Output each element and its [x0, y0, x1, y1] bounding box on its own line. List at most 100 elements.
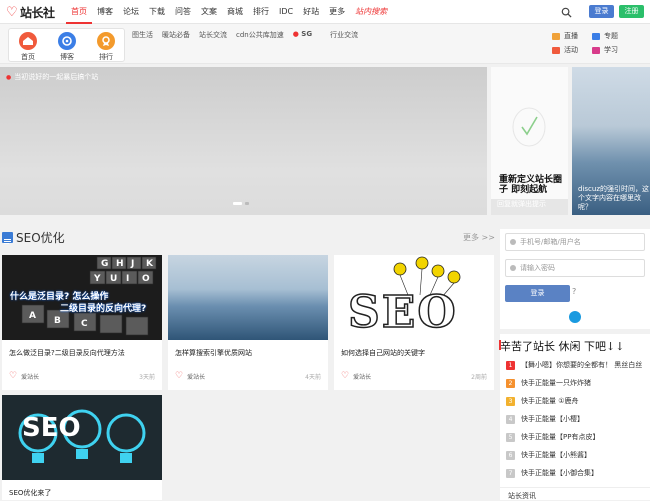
site-logo[interactable]: ♡ 站长社: [6, 4, 55, 20]
section-title: SEO优化: [16, 231, 65, 245]
login-button[interactable]: 登录: [589, 5, 614, 18]
post-title[interactable]: 如何选择自己网站的关键字: [341, 348, 425, 358]
lock-icon: [510, 265, 516, 271]
rank-number: 7: [506, 468, 515, 478]
nav-forum[interactable]: 论坛: [118, 0, 144, 24]
svg-text:Y: Y: [93, 274, 101, 284]
post-thumbnail[interactable]: [168, 255, 328, 340]
post-title[interactable]: 怎么做泛目录?二级目录反向代理方法: [9, 348, 125, 358]
post-time: 3天前: [139, 373, 155, 381]
nav-home[interactable]: 首页: [66, 0, 92, 24]
section-header: SEO优化: [2, 229, 65, 246]
like-icon[interactable]: ♡: [341, 371, 349, 381]
nav-good-sites[interactable]: 好站: [298, 0, 324, 24]
nav-more[interactable]: 更多: [324, 0, 350, 24]
svg-text:H: H: [116, 259, 124, 269]
sg-badge-link[interactable]: ● SG: [293, 30, 321, 40]
nav-idc[interactable]: IDC: [274, 0, 298, 24]
sub-links: 图生活 暖站必备 站长交流 cdn公共库加速 ● SG 行业交流: [132, 30, 367, 40]
study-icon: [592, 46, 600, 54]
post-card[interactable]: 怎样算搜索引擎优质网站 ♡ 爱站长 4天前: [168, 255, 328, 390]
user-icon: [510, 239, 516, 245]
post-card[interactable]: SEO SEO优化来了: [2, 395, 162, 500]
qq-login-icon[interactable]: [569, 311, 581, 323]
side-link-topic[interactable]: 专题: [592, 31, 618, 41]
ranking-item[interactable]: 3 快手正能量 ①鹿舟: [506, 396, 579, 406]
login-submit-button[interactable]: 登录: [505, 285, 570, 302]
nav-download[interactable]: 下载: [144, 0, 170, 24]
blog-icon: [58, 32, 76, 50]
svg-text:B: B: [54, 316, 61, 326]
post-title[interactable]: SEO优化来了: [9, 488, 51, 498]
nav-qa[interactable]: 问答: [170, 0, 196, 24]
post-thumbnail[interactable]: SEO: [2, 395, 162, 480]
home-icon: [19, 32, 37, 50]
side-link-activity[interactable]: 活动: [552, 45, 578, 55]
quick-links-bar: 首页 博客 排行 图生活 暖站必备 站长交流 cdn公共库加速 ● SG 行业交…: [0, 24, 650, 64]
more-link[interactable]: 更多 >>: [463, 232, 495, 243]
nav-copywriting[interactable]: 文案: [196, 0, 222, 24]
post-time: 2周前: [471, 373, 487, 381]
quick-home[interactable]: 首页: [13, 32, 43, 62]
username-field[interactable]: 手机号/邮箱/用户名: [505, 233, 645, 251]
banner-slider[interactable]: 当初说好的一起暴后搞个站: [0, 67, 487, 215]
post-card[interactable]: GHJK YUIO ABC 什么是泛目录? 怎么操作 二级目录的反向代理? 怎么…: [2, 255, 162, 390]
post-meta: ♡ 爱站长 2周前: [341, 371, 487, 381]
svg-text:U: U: [110, 274, 117, 284]
side-link-live[interactable]: 直播: [552, 31, 578, 41]
sub-link[interactable]: 暖站必备: [162, 30, 190, 40]
sub-link[interactable]: 行业交流: [330, 30, 358, 40]
post-author[interactable]: 爱站长: [21, 372, 39, 381]
nav-site-search[interactable]: 站内搜索: [350, 0, 392, 24]
nav-ranking[interactable]: 排行: [248, 0, 274, 24]
quick-ranking[interactable]: 排行: [91, 32, 121, 62]
post-author[interactable]: 爱站长: [353, 372, 371, 381]
register-button[interactable]: 注册: [619, 5, 644, 18]
slider-dot[interactable]: [245, 202, 249, 205]
promo-headline: 重新定义站长圈子 即刻起航: [499, 175, 563, 195]
list-icon: [2, 232, 13, 244]
slider-dot-active[interactable]: [233, 202, 242, 205]
post-author[interactable]: 爱站长: [187, 372, 205, 381]
svg-text:C: C: [81, 319, 88, 329]
post-title[interactable]: 怎样算搜索引擎优质网站: [175, 348, 252, 358]
password-field[interactable]: 请输入密码: [505, 259, 645, 277]
topic-icon: [592, 32, 600, 40]
thumbnail-caption: 什么是泛目录? 怎么操作 二级目录的反向代理?: [10, 292, 147, 314]
ranking-item[interactable]: 5 快手正能量【PP有点皮】: [506, 432, 599, 442]
ranking-item[interactable]: 2 快手正能量一只炸炸猪: [506, 378, 591, 388]
post-thumbnail[interactable]: GHJK YUIO ABC 什么是泛目录? 怎么操作 二级目录的反向代理?: [2, 255, 162, 340]
promo-card[interactable]: 重新定义站长圈子 即刻起航 回复就弹出提示: [491, 67, 568, 215]
post-time: 4天前: [305, 373, 321, 381]
ranking-icon: [97, 32, 115, 50]
ranking-item[interactable]: 4 快手正能量【小樱】: [506, 414, 584, 424]
sub-link[interactable]: cdn公共库加速: [236, 30, 284, 40]
promo-card[interactable]: discuz的强引时间，这个文字内容在哪里改呢？: [572, 67, 650, 215]
svg-text:I: I: [126, 274, 129, 284]
quick-blog-label: 博客: [60, 53, 74, 61]
svg-text:O: O: [142, 274, 150, 284]
like-icon[interactable]: ♡: [175, 371, 183, 381]
seo-text-art: SEO: [347, 287, 458, 338]
rank-number: 3: [506, 396, 515, 406]
checkmark-icon: [512, 107, 546, 147]
search-icon[interactable]: [561, 7, 572, 18]
ranking-item[interactable]: 1 【舞小嗯】你想要的全都有！ 黑丝白丝: [506, 360, 642, 370]
ranking-item[interactable]: 7 快手正能量【小御合集】: [506, 468, 598, 478]
post-card[interactable]: SEO 如何选择自己网站的关键字 ♡ 爱站长 2周前: [334, 255, 494, 390]
help-icon[interactable]: ?: [572, 287, 576, 296]
quick-blog[interactable]: 博客: [52, 32, 82, 62]
nav-shop[interactable]: 商城: [222, 0, 248, 24]
promo-caption: discuz的强引时间，这个文字内容在哪里改呢？: [578, 185, 649, 211]
sub-link[interactable]: 图生活: [132, 30, 153, 40]
side-link-study[interactable]: 学习: [592, 45, 618, 55]
post-meta: ♡ 爱站长 3天前: [9, 371, 155, 381]
ranking-item[interactable]: 6 快手正能量【小熊酱】: [506, 450, 591, 460]
post-thumbnail[interactable]: SEO: [334, 255, 494, 340]
news-tab[interactable]: 站长资讯: [500, 487, 650, 500]
ranking-title: 辛苦了站长 休闲 下吧↓↓: [498, 340, 625, 353]
like-icon[interactable]: ♡: [9, 371, 17, 381]
activity-icon: [552, 46, 560, 54]
nav-blog[interactable]: 博客: [92, 0, 118, 24]
sub-link[interactable]: 站长交流: [199, 30, 227, 40]
